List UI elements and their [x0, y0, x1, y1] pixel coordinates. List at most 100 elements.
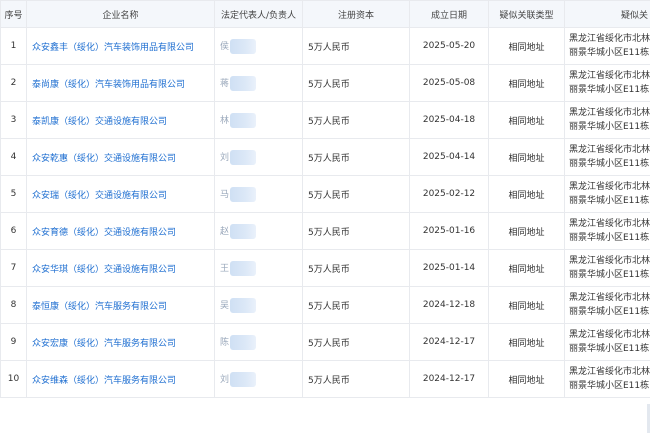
- legal-rep-name[interactable]: 刘: [220, 375, 229, 385]
- company-name-cell: 众安瑞（绥化）交通设施有限公司: [26, 175, 215, 213]
- row-index: 1: [0, 27, 27, 65]
- table-row: 7 众安华琪（绥化）交通设施有限公司 王 5万人民币 2025-01-14 相同地址 黑龙江…: [0, 249, 650, 287]
- company-name-link[interactable]: 众安瑞（绥化）交通设施有限公司: [32, 191, 167, 201]
- company-name-link[interactable]: 众安宏康（绥化）汽车服务有限公司: [32, 339, 176, 349]
- legal-rep-name[interactable]: 林: [220, 116, 229, 126]
- legal-rep-cell: 赵: [214, 212, 303, 250]
- address-line-1: 黑龙江省绥化市北林区: [569, 293, 650, 303]
- relation-address-cell: 黑龙江省绥化市北林区丽景华城小区E11栋1: [564, 27, 650, 65]
- relation-type: 相同地址: [488, 249, 565, 287]
- address-line-1: 黑龙江省绥化市北林区: [569, 34, 650, 44]
- company-name-cell: 众安育德（绥化）交通设施有限公司: [26, 212, 215, 250]
- address-line-1: 黑龙江省绥化市北林区: [569, 108, 650, 118]
- table-row: 6 众安育德（绥化）交通设施有限公司 赵 5万人民币 2025-01-16 相同地址 黑龙江…: [0, 212, 650, 250]
- address-line-1: 黑龙江省绥化市北林区: [569, 219, 650, 229]
- registered-capital: 5万人民币: [302, 212, 410, 250]
- relation-type: 相同地址: [488, 138, 565, 176]
- registered-capital: 5万人民币: [302, 175, 410, 213]
- company-name-cell: 泰恒康（绥化）汽车服务有限公司: [26, 286, 215, 324]
- company-name-link[interactable]: 众安鑫丰（绥化）汽车装饰用品有限公司: [32, 43, 194, 53]
- relation-type: 相同地址: [488, 286, 565, 324]
- company-name-link[interactable]: 众安乾惠（绥化）交通设施有限公司: [32, 154, 176, 164]
- relation-type: 相同地址: [488, 64, 565, 102]
- company-name-link[interactable]: 泰尚康（绥化）汽车装饰用品有限公司: [32, 80, 185, 90]
- redacted-name-mask: [230, 223, 257, 239]
- legal-rep-name[interactable]: 刘: [220, 153, 229, 163]
- redacted-name-mask: [230, 260, 257, 276]
- related-companies-table-container: 序号 企业名称 法定代表人/负责人 注册资本 成立日期 疑似关联类型 疑似关 1…: [0, 0, 650, 404]
- company-name-cell: 众安宏康（绥化）汽车服务有限公司: [26, 323, 215, 361]
- header-legal-rep: 法定代表人/负责人: [214, 0, 303, 28]
- redacted-name-mask: [230, 297, 257, 313]
- legal-rep-name[interactable]: 赵: [220, 227, 229, 237]
- company-name-cell: 众安维森（绥化）汽车服务有限公司: [26, 360, 215, 398]
- row-index: 4: [0, 138, 27, 176]
- header-registered-capital: 注册资本: [302, 0, 410, 28]
- header-index: 序号: [0, 0, 27, 28]
- company-name-link[interactable]: 众安维森（绥化）汽车服务有限公司: [32, 376, 176, 386]
- registered-capital: 5万人民币: [302, 138, 410, 176]
- legal-rep-cell: 林: [214, 101, 303, 139]
- company-name-link[interactable]: 泰恒康（绥化）汽车服务有限公司: [32, 302, 167, 312]
- header-established-date: 成立日期: [409, 0, 489, 28]
- legal-rep-name[interactable]: 王: [220, 264, 229, 274]
- legal-rep-cell: 陈: [214, 323, 303, 361]
- row-index: 9: [0, 323, 27, 361]
- redacted-name-mask: [230, 334, 257, 350]
- legal-rep-name[interactable]: 侯: [220, 42, 229, 52]
- registered-capital: 5万人民币: [302, 27, 410, 65]
- relation-address-cell: 黑龙江省绥化市北林区丽景华城小区E11栋1: [564, 64, 650, 102]
- table-row: 4 众安乾惠（绥化）交通设施有限公司 刘 5万人民币 2025-04-14 相同地址 黑龙江…: [0, 138, 650, 176]
- address-line-1: 黑龙江省绥化市北林区: [569, 71, 650, 81]
- company-name-cell: 泰尚康（绥化）汽车装饰用品有限公司: [26, 64, 215, 102]
- legal-rep-name[interactable]: 蒋: [220, 79, 229, 89]
- registered-capital: 5万人民币: [302, 323, 410, 361]
- relation-address-cell: 黑龙江省绥化市北林区丽景华城小区E11栋1: [564, 249, 650, 287]
- address-line-2: 丽景华城小区E11栋1: [569, 233, 650, 243]
- legal-rep-cell: 蒋: [214, 64, 303, 102]
- row-index: 10: [0, 360, 27, 398]
- relation-type: 相同地址: [488, 175, 565, 213]
- address-line-2: 丽景华城小区E11栋1: [569, 307, 650, 317]
- registered-capital: 5万人民币: [302, 101, 410, 139]
- established-date: 2025-04-14: [409, 138, 489, 176]
- company-name-link[interactable]: 众安育德（绥化）交通设施有限公司: [32, 228, 176, 238]
- legal-rep-name[interactable]: 马: [220, 190, 229, 200]
- relation-address-cell: 黑龙江省绥化市北林区丽景华城小区E11栋1: [564, 138, 650, 176]
- address-line-2: 丽景华城小区E11栋1: [569, 270, 650, 280]
- table-header-row: 序号 企业名称 法定代表人/负责人 注册资本 成立日期 疑似关联类型 疑似关: [0, 0, 650, 28]
- address-line-2: 丽景华城小区E11栋1: [569, 344, 650, 354]
- established-date: 2024-12-17: [409, 323, 489, 361]
- relation-type: 相同地址: [488, 323, 565, 361]
- address-line-1: 黑龙江省绥化市北林区: [569, 145, 650, 155]
- relation-address-cell: 黑龙江省绥化市北林区丽景华城小区E11栋1: [564, 175, 650, 213]
- legal-rep-cell: 侯: [214, 27, 303, 65]
- address-line-2: 丽景华城小区E11栋1: [569, 381, 650, 391]
- established-date: 2024-12-17: [409, 360, 489, 398]
- table-row: 2 泰尚康（绥化）汽车装饰用品有限公司 蒋 5万人民币 2025-05-08 相同地址 黑龙…: [0, 64, 650, 102]
- registered-capital: 5万人民币: [302, 286, 410, 324]
- redacted-name-mask: [230, 371, 257, 387]
- legal-rep-cell: 刘: [214, 360, 303, 398]
- established-date: 2024-12-18: [409, 286, 489, 324]
- company-name-cell: 众安乾惠（绥化）交通设施有限公司: [26, 138, 215, 176]
- address-line-2: 丽景华城小区E11栋1: [569, 159, 650, 169]
- row-index: 5: [0, 175, 27, 213]
- address-line-1: 黑龙江省绥化市北林区: [569, 330, 650, 340]
- legal-rep-name[interactable]: 陈: [220, 338, 229, 348]
- address-line-2: 丽景华城小区E11栋1: [569, 196, 650, 206]
- address-line-2: 丽景华城小区E11栋1: [569, 122, 650, 132]
- related-companies-table: 序号 企业名称 法定代表人/负责人 注册资本 成立日期 疑似关联类型 疑似关 1…: [0, 0, 650, 398]
- redacted-name-mask: [230, 38, 257, 54]
- relation-address-cell: 黑龙江省绥化市北林区丽景华城小区E11栋1: [564, 101, 650, 139]
- registered-capital: 5万人民币: [302, 249, 410, 287]
- row-index: 2: [0, 64, 27, 102]
- legal-rep-cell: 吴: [214, 286, 303, 324]
- registered-capital: 5万人民币: [302, 360, 410, 398]
- company-name-link[interactable]: 泰凯康（绥化）交通设施有限公司: [32, 117, 167, 127]
- legal-rep-cell: 马: [214, 175, 303, 213]
- redacted-name-mask: [230, 186, 257, 202]
- company-name-link[interactable]: 众安华琪（绥化）交通设施有限公司: [32, 265, 176, 275]
- header-relation-detail: 疑似关: [564, 0, 650, 28]
- legal-rep-name[interactable]: 吴: [220, 301, 229, 311]
